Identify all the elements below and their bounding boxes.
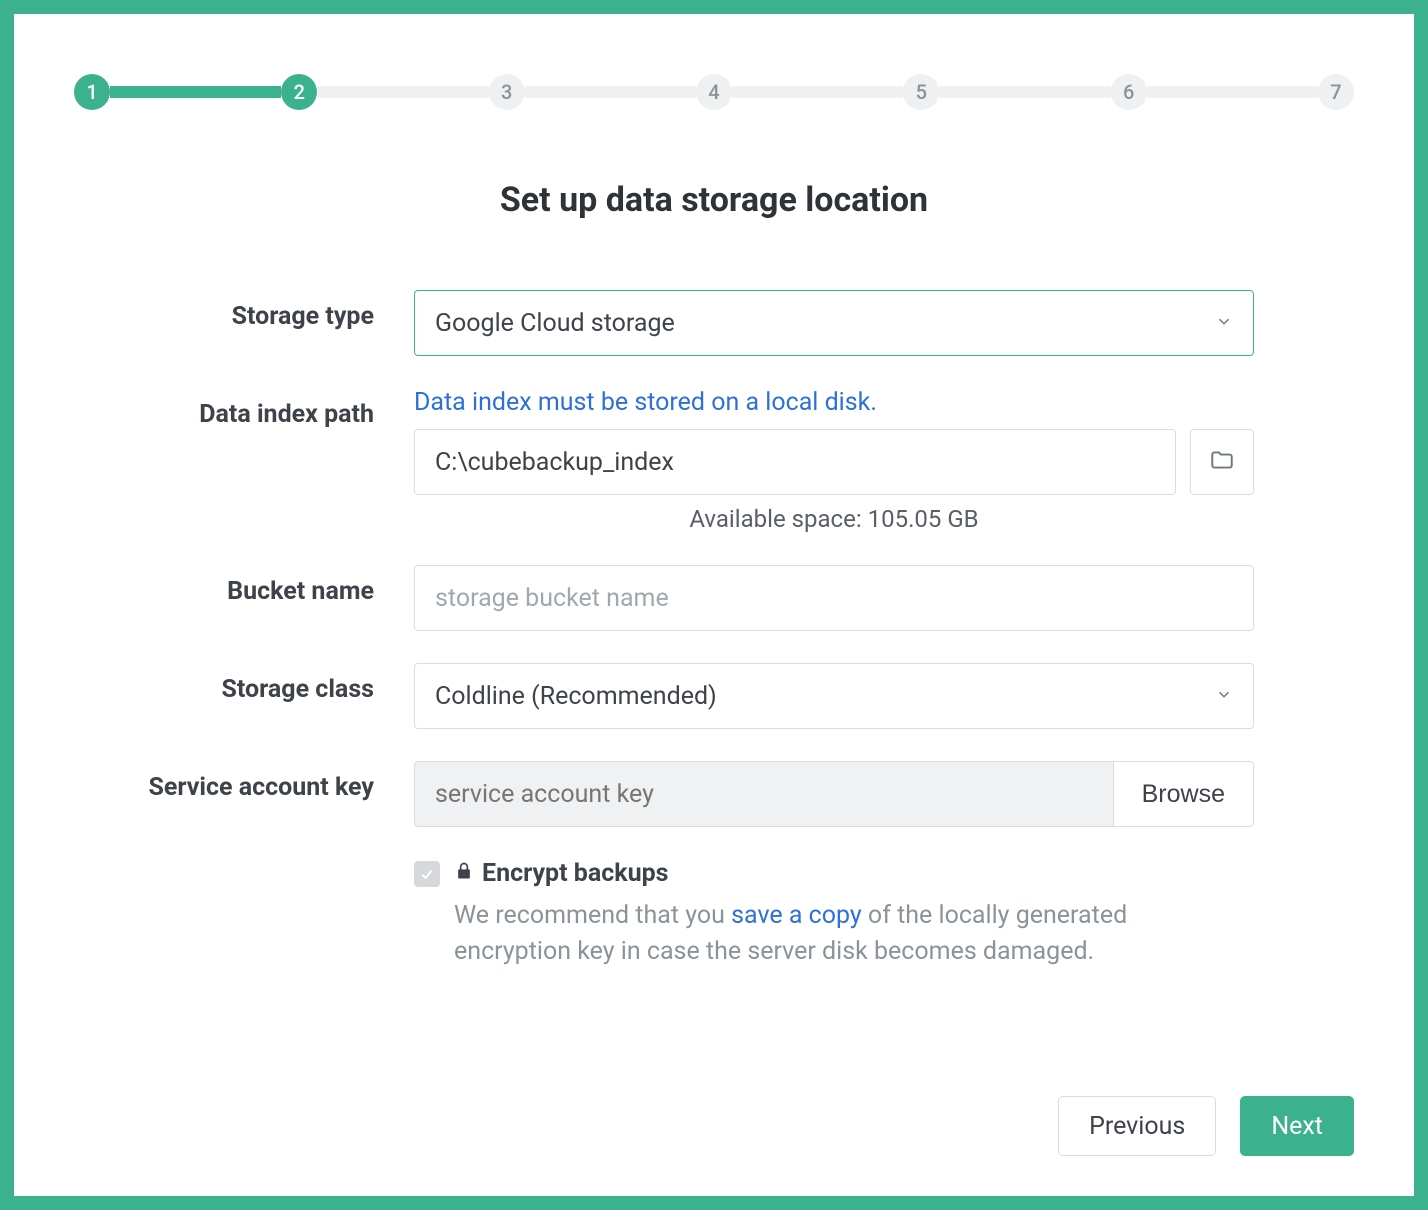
row-service-account-key: Service account key Browse <box>74 761 1354 827</box>
service-account-key-input[interactable] <box>414 761 1113 827</box>
wizard-card: 1 2 3 4 5 6 7 Set up data storage locati… <box>14 14 1414 1196</box>
step-7[interactable]: 7 <box>1318 74 1354 110</box>
page-title: Set up data storage location <box>74 180 1354 220</box>
step-bar-2-3 <box>317 86 488 98</box>
stepper: 1 2 3 4 5 6 7 <box>74 74 1354 110</box>
encrypt-checkbox[interactable] <box>414 861 440 887</box>
bucket-name-input[interactable] <box>414 565 1254 631</box>
step-bar-3-4 <box>525 86 696 98</box>
label-data-index-path: Data index path <box>74 388 414 429</box>
footer-buttons: Previous Next <box>1058 1096 1354 1156</box>
save-a-copy-link[interactable]: save a copy <box>731 901 862 930</box>
encrypt-description: We recommend that you save a copy of the… <box>454 898 1194 971</box>
chevron-down-icon <box>1215 309 1233 338</box>
label-bucket-name: Bucket name <box>74 565 414 606</box>
data-index-path-input[interactable] <box>414 429 1176 495</box>
storage-class-select[interactable]: Coldline (Recommended) <box>414 663 1254 729</box>
storage-type-value: Google Cloud storage <box>435 309 675 338</box>
step-6[interactable]: 6 <box>1111 74 1147 110</box>
encrypt-desc-prefix: We recommend that you <box>454 901 731 930</box>
available-space: Available space: 105.05 GB <box>414 505 1254 533</box>
label-storage-class: Storage class <box>74 663 414 704</box>
lock-icon <box>454 859 474 888</box>
row-bucket-name: Bucket name <box>74 565 1354 631</box>
browse-button[interactable]: Browse <box>1113 761 1254 827</box>
label-storage-type: Storage type <box>74 290 414 331</box>
browse-folder-button[interactable] <box>1190 429 1254 495</box>
encrypt-label: Encrypt backups <box>482 859 669 888</box>
label-service-account-key: Service account key <box>74 761 414 802</box>
row-encrypt: Encrypt backups We recommend that you sa… <box>74 859 1354 971</box>
step-bar-1-2 <box>110 86 281 98</box>
step-3[interactable]: 3 <box>489 74 525 110</box>
chevron-down-icon <box>1215 682 1233 711</box>
step-bar-6-7 <box>1147 86 1318 98</box>
step-4[interactable]: 4 <box>696 74 732 110</box>
folder-icon <box>1209 447 1235 477</box>
label-spacer <box>74 859 414 871</box>
step-5[interactable]: 5 <box>903 74 939 110</box>
storage-type-select[interactable]: Google Cloud storage <box>414 290 1254 356</box>
previous-button[interactable]: Previous <box>1058 1096 1216 1156</box>
data-index-hint: Data index must be stored on a local dis… <box>414 388 1254 417</box>
row-storage-class: Storage class Coldline (Recommended) <box>74 663 1354 729</box>
step-2[interactable]: 2 <box>281 74 317 110</box>
form: Storage type Google Cloud storage Data i… <box>74 290 1354 971</box>
storage-class-value: Coldline (Recommended) <box>435 682 717 711</box>
step-bar-5-6 <box>939 86 1110 98</box>
row-storage-type: Storage type Google Cloud storage <box>74 290 1354 356</box>
row-data-index-path: Data index path Data index must be store… <box>74 388 1354 533</box>
step-1[interactable]: 1 <box>74 74 110 110</box>
step-bar-4-5 <box>732 86 903 98</box>
next-button[interactable]: Next <box>1240 1096 1354 1156</box>
